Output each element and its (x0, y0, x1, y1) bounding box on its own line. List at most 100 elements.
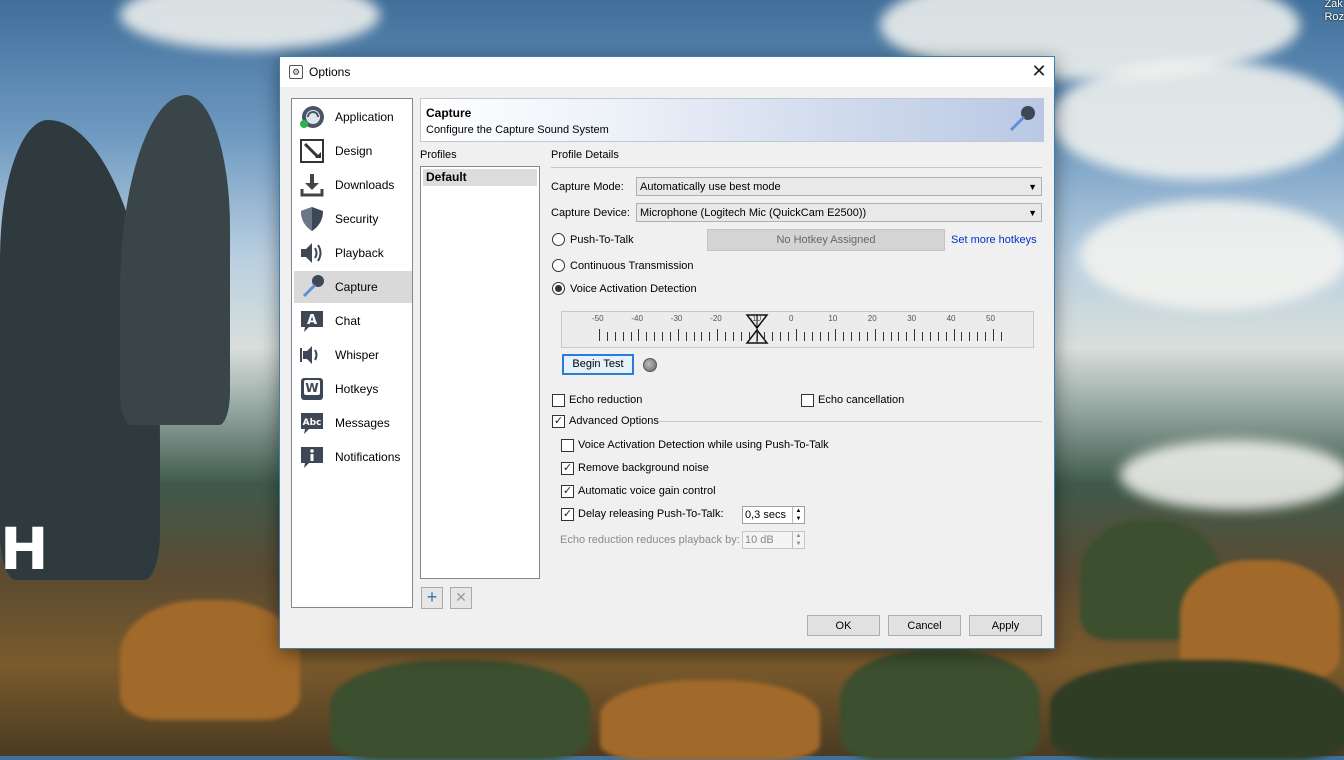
meter-tick (969, 332, 971, 341)
spin-down-icon[interactable]: ▼ (793, 515, 804, 523)
options-nav: Application Design Downloads Security Pl… (291, 98, 413, 608)
profiles-list: Default (420, 166, 540, 579)
keyboard-key-icon: W (301, 378, 323, 400)
profile-details-label: Profile Details (551, 149, 619, 161)
cancel-button[interactable]: Cancel (888, 615, 961, 636)
speaker-icon (301, 243, 322, 263)
nav-item-capture[interactable]: Capture (294, 271, 412, 303)
voice-activation-meter[interactable]: -50 -40 -30 -20 -10 0 10 20 30 40 50 (561, 311, 1034, 348)
download-arrow-icon (300, 174, 324, 197)
echo-cancellation-checkbox[interactable] (801, 394, 814, 407)
meter-tick (796, 329, 797, 341)
desktop-glyph: H (0, 515, 49, 583)
meter-tick (662, 332, 664, 341)
add-profile-button[interactable]: + (421, 587, 443, 609)
whisper-speaker-icon (300, 346, 318, 364)
meter-tick (622, 332, 624, 341)
spin-up-icon[interactable]: ▲ (793, 532, 804, 540)
meter-scale-label: -50 (592, 314, 604, 323)
meter-tick (1000, 332, 1002, 341)
meter-tick (898, 332, 900, 341)
push-to-talk-radio[interactable] (552, 233, 565, 246)
meter-tick (701, 332, 703, 341)
begin-test-button[interactable]: Begin Test (562, 354, 634, 375)
nav-label-whisper: Whisper (335, 348, 380, 362)
nav-label-messages: Messages (335, 416, 390, 430)
echo-reduction-checkbox[interactable] (552, 394, 565, 407)
nav-label-notifications: Notifications (335, 450, 401, 464)
hotkey-assignment-field[interactable]: No Hotkey Assigned (707, 229, 945, 251)
delay-ptt-label: Delay releasing Push-To-Talk: (578, 508, 724, 520)
svg-text:W: W (305, 381, 318, 395)
meter-tick (827, 332, 829, 341)
echo-reduces-playback-spinbox[interactable]: 10 dB ▲ ▼ (742, 531, 805, 549)
nav-label-downloads: Downloads (335, 178, 395, 192)
meter-tick (638, 329, 640, 341)
agc-checkbox[interactable]: ✓ (561, 485, 574, 498)
meter-tick (599, 329, 600, 341)
apply-button[interactable]: Apply (969, 615, 1042, 636)
meter-tick (985, 332, 987, 341)
nav-label-security: Security (335, 212, 379, 226)
meter-tick (646, 332, 648, 341)
teamspeak-logo-icon (300, 106, 324, 128)
push-to-talk-label: Push-To-Talk (570, 234, 634, 246)
ok-button[interactable]: OK (807, 615, 880, 636)
meter-tick (677, 329, 679, 341)
voice-activation-label: Voice Activation Detection (570, 283, 697, 295)
spin-arrows[interactable]: ▲ ▼ (792, 532, 804, 548)
desktop-corner-text: Zak Roz (1324, 0, 1344, 23)
profile-item-default[interactable]: Default (423, 169, 537, 186)
microphone-icon (303, 275, 324, 297)
capture-device-select[interactable]: Microphone (Logitech Mic (QuickCam E2500… (636, 203, 1042, 222)
nav-item-application[interactable]: Application (294, 101, 412, 133)
meter-tick (945, 332, 947, 341)
nav-item-hotkeys[interactable]: W Hotkeys (294, 373, 412, 405)
vad-while-ptt-label: Voice Activation Detection while using P… (578, 439, 829, 451)
nav-item-playback[interactable]: Playback (294, 237, 412, 269)
microphone-icon (1010, 106, 1035, 131)
shield-icon (301, 207, 323, 231)
delay-ptt-spinbox[interactable]: 0,3 secs ▲ ▼ (742, 506, 805, 524)
close-button[interactable]: ✕ (1024, 57, 1054, 87)
spin-down-icon[interactable]: ▼ (793, 540, 804, 548)
meter-tick (654, 332, 656, 341)
nav-label-playback: Playback (335, 246, 384, 260)
design-brush-icon (300, 139, 324, 163)
title-bar[interactable]: ⚙ Options ✕ (280, 57, 1054, 87)
meter-scale-label: 40 (946, 314, 956, 323)
vad-while-ptt-checkbox[interactable] (561, 439, 574, 452)
nav-item-security[interactable]: Security (294, 203, 412, 235)
echo-reduction-label: Echo reduction (569, 394, 643, 406)
meter-tick (811, 332, 813, 341)
nav-item-chat[interactable]: A Chat (294, 305, 412, 337)
capture-mode-select[interactable]: Automatically use best mode ▼ (636, 177, 1042, 196)
svg-text:Abc: Abc (303, 418, 322, 428)
delay-ptt-checkbox[interactable]: ✓ (561, 508, 574, 521)
meter-tick (977, 332, 979, 341)
nav-item-design[interactable]: Design (294, 135, 412, 167)
options-window: ⚙ Options ✕ Application Design Downloads… (279, 56, 1055, 649)
nav-item-downloads[interactable]: Downloads (294, 169, 412, 201)
meter-tick (906, 332, 908, 341)
spin-up-icon[interactable]: ▲ (793, 507, 804, 515)
meter-tick (843, 332, 845, 341)
spin-arrows[interactable]: ▲ ▼ (792, 507, 804, 523)
meter-tick (914, 329, 916, 341)
nav-item-notifications[interactable]: Notifications (294, 441, 412, 473)
remove-noise-checkbox[interactable]: ✓ (561, 462, 574, 475)
meter-tick (937, 332, 939, 341)
voice-activation-radio[interactable] (552, 282, 565, 295)
chevron-down-icon: ▼ (1028, 208, 1037, 218)
meter-tick (953, 329, 955, 341)
meter-tick (756, 329, 758, 341)
set-more-hotkeys-link[interactable]: Set more hotkeys (951, 234, 1037, 246)
nav-item-whisper[interactable]: Whisper (294, 339, 412, 371)
meter-tick (772, 332, 774, 341)
meter-tick (803, 332, 805, 341)
continuous-transmission-radio[interactable] (552, 259, 565, 272)
remove-profile-button[interactable]: ✕ (450, 587, 472, 609)
nav-item-messages[interactable]: Abc Messages (294, 407, 412, 439)
advanced-options-checkbox[interactable]: ✓ (552, 415, 565, 428)
nav-label-capture: Capture (335, 280, 378, 294)
